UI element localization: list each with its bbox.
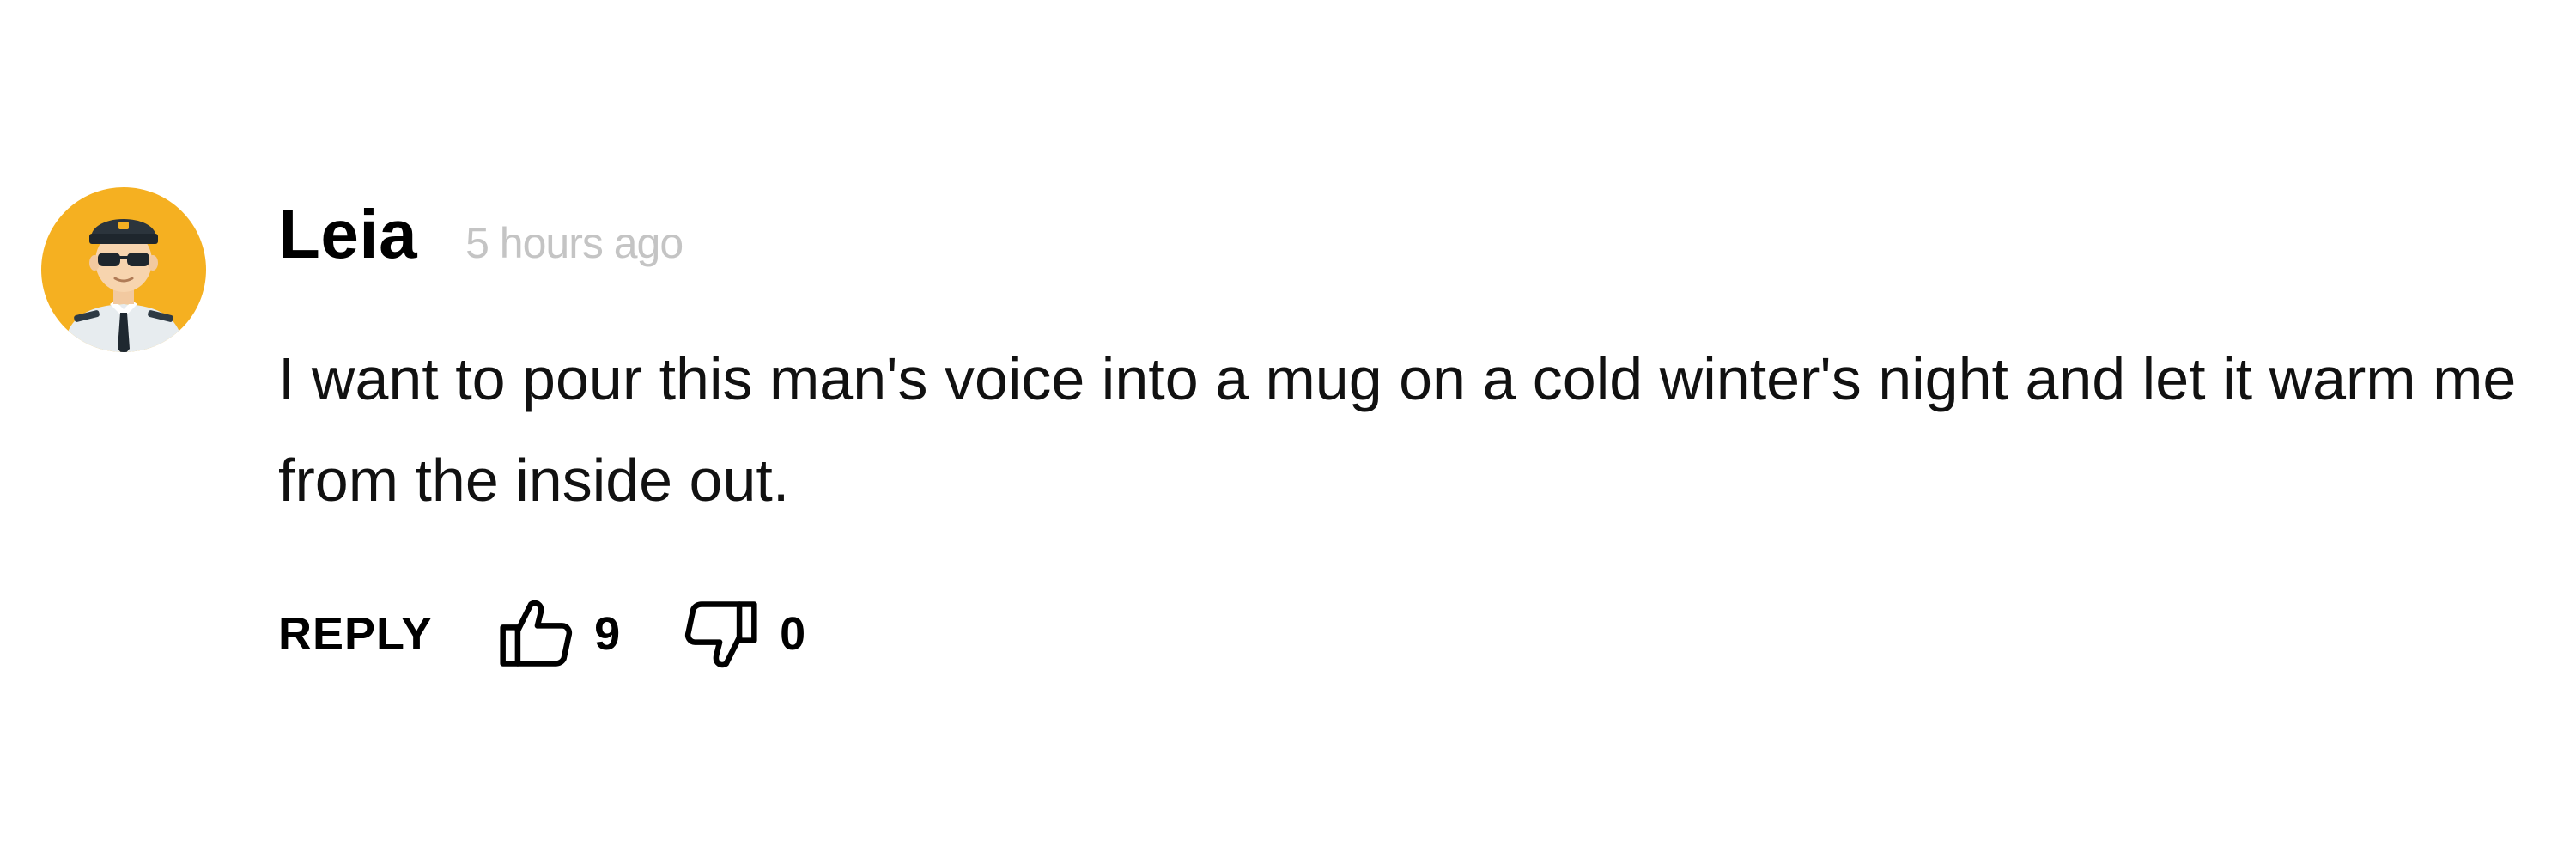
comment-body: Leia 5 hours ago I want to pour this man… xyxy=(278,187,2528,677)
dislike-button[interactable]: 0 xyxy=(682,594,805,673)
reply-button[interactable]: REPLY xyxy=(278,607,433,661)
comment-actions: REPLY 9 0 xyxy=(278,591,2528,677)
like-button[interactable]: 9 xyxy=(496,594,620,673)
avatar[interactable] xyxy=(41,187,206,352)
thumbs-down-icon xyxy=(685,601,757,668)
author-name[interactable]: Leia xyxy=(278,187,417,282)
timestamp: 5 hours ago xyxy=(465,219,683,267)
comment-header: Leia 5 hours ago xyxy=(278,187,2528,282)
pilot-avatar-icon xyxy=(41,187,206,352)
like-count: 9 xyxy=(594,608,621,660)
comment-text: I want to pour this man's voice into a m… xyxy=(278,345,2517,514)
dislike-count: 0 xyxy=(780,608,806,660)
thumbs-up-icon xyxy=(500,600,573,667)
